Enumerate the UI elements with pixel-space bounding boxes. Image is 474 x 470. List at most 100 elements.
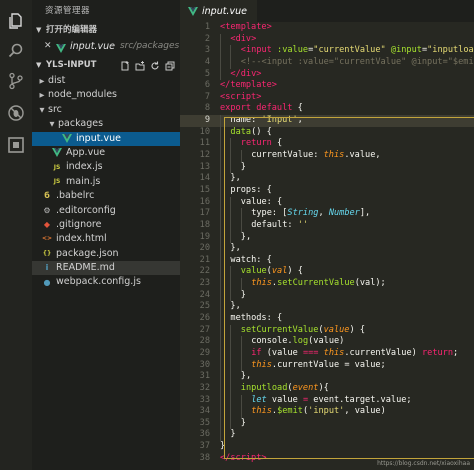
code-line[interactable]: 23 this.setCurrentValue(val); bbox=[180, 278, 474, 290]
project-header[interactable]: ▼ YLS-INPUT bbox=[32, 57, 180, 74]
tree-item[interactable]: input.vue bbox=[32, 131, 180, 146]
code-line[interactable]: 5 </div> bbox=[180, 68, 474, 81]
indent-guide bbox=[230, 196, 232, 209]
indent-guide bbox=[220, 231, 221, 244]
tree-item[interactable]: ● webpack.config.js bbox=[32, 275, 180, 289]
line-number: 24 bbox=[199, 289, 210, 300]
code-text: this.currentValue = value; bbox=[251, 360, 386, 372]
code-line[interactable]: 21 watch: { bbox=[180, 254, 474, 267]
indent-guide bbox=[220, 406, 221, 418]
code-token: > bbox=[266, 22, 272, 32]
code-line[interactable]: 29 if (value === this.currentValue) retur… bbox=[180, 347, 474, 360]
info-file-icon: i bbox=[45, 263, 49, 273]
code-line[interactable]: 26 methods: { bbox=[180, 313, 474, 325]
line-number: 10 bbox=[199, 126, 210, 137]
code-line[interactable]: 35} bbox=[180, 417, 474, 430]
code-line[interactable]: 9 name: 'Input', bbox=[180, 115, 474, 127]
tree-item[interactable]: ▶ dist bbox=[32, 74, 180, 88]
code-token: 'input' bbox=[308, 406, 345, 417]
files-icon[interactable] bbox=[7, 12, 25, 30]
code-line[interactable]: 31}, bbox=[180, 371, 474, 383]
tree-item[interactable]: <> index.html bbox=[32, 232, 180, 246]
code-line[interactable]: 16 value: { bbox=[180, 196, 474, 209]
code-line[interactable]: 10 data() { bbox=[180, 126, 474, 139]
code-line[interactable]: 6 </template> bbox=[180, 80, 474, 92]
code-line[interactable]: 37} bbox=[180, 441, 474, 453]
search-icon[interactable] bbox=[7, 42, 25, 60]
line-number: 16 bbox=[199, 196, 210, 207]
code-line[interactable]: 24} bbox=[180, 289, 474, 302]
code-line[interactable]: 33 let value = event.target.value; bbox=[180, 394, 474, 407]
source-control-icon[interactable] bbox=[7, 72, 25, 90]
tree-item[interactable]: ⚙ .editorconfig bbox=[32, 204, 180, 218]
code-token: this bbox=[323, 150, 345, 161]
code-line[interactable]: 19}, bbox=[180, 231, 474, 244]
code-line[interactable]: 34 this.$emit('input', value) bbox=[180, 406, 474, 418]
code-line[interactable]: 27 setCurrentValue(value) { bbox=[180, 324, 474, 337]
code-line[interactable]: 22 value(val) { bbox=[180, 266, 474, 279]
tree-item[interactable]: JS index.js bbox=[32, 160, 180, 174]
code-text: type: [String, Number], bbox=[251, 208, 370, 220]
tree-item[interactable]: ◆ .gitignore bbox=[32, 218, 180, 232]
tree-item[interactable]: ▼ packages bbox=[32, 117, 180, 131]
code-line[interactable]: 14}, bbox=[180, 173, 474, 185]
collapse-all-icon[interactable] bbox=[165, 61, 175, 71]
code-text: name: 'Input', bbox=[230, 115, 302, 127]
tree-item[interactable]: ▼ src bbox=[32, 103, 180, 117]
code-token: "inputload" bbox=[427, 45, 474, 56]
code-line[interactable]: 11 return { bbox=[180, 138, 474, 151]
code-text: methods: { bbox=[230, 313, 282, 325]
line-number: 20 bbox=[199, 243, 210, 254]
close-icon[interactable]: ✕ bbox=[44, 38, 56, 55]
code-token: ){ bbox=[318, 382, 329, 393]
tree-item-label: input.vue bbox=[76, 132, 121, 144]
code-line[interactable]: 17 type: [String, Number], bbox=[180, 208, 474, 220]
code-editor[interactable]: 1 <template> 2 <div> 3 <input :value="current… bbox=[180, 22, 474, 470]
code-token: ; bbox=[453, 347, 459, 358]
code-line[interactable]: 15 props: { bbox=[180, 184, 474, 197]
code-token: <!--<input :value="currentValue" @input=… bbox=[240, 56, 474, 67]
code-text: inputload(event){ bbox=[241, 383, 329, 395]
code-line[interactable]: 30 this.currentValue = value; bbox=[180, 359, 474, 372]
code-line[interactable]: 1 <template> bbox=[180, 22, 474, 34]
code-line[interactable]: 4 <!--<input :value="currentValue" @input… bbox=[180, 56, 474, 69]
tab-input-vue[interactable]: input.vue bbox=[180, 0, 257, 22]
code-line[interactable]: 18 default: '' bbox=[180, 219, 474, 232]
code-line[interactable]: 3 <input :value="currentValue" @input="in… bbox=[180, 45, 474, 57]
code-text: </div> bbox=[230, 69, 261, 81]
code-line[interactable]: 13} bbox=[180, 161, 474, 174]
line-number: 36 bbox=[199, 429, 210, 440]
extensions-icon[interactable] bbox=[7, 136, 25, 154]
code-line[interactable]: 2 <div> bbox=[180, 33, 474, 46]
indent-guide bbox=[220, 243, 221, 255]
code-line[interactable]: 8 export default { bbox=[180, 103, 474, 115]
open-editor-item[interactable]: ✕ input.vue src/packages bbox=[32, 38, 180, 55]
refresh-icon[interactable] bbox=[150, 61, 160, 71]
code-line[interactable]: 7 <script> bbox=[180, 92, 474, 104]
code-line[interactable]: 36} bbox=[180, 429, 474, 442]
debug-icon[interactable] bbox=[7, 104, 25, 122]
code-line[interactable]: 20}, bbox=[180, 243, 474, 255]
tree-item[interactable]: {} package.json bbox=[32, 247, 180, 261]
tree-item[interactable]: ▶ node_modules bbox=[32, 88, 180, 102]
line-number: 1 bbox=[204, 22, 210, 32]
tree-item[interactable]: App.vue bbox=[32, 146, 180, 160]
code-line[interactable]: 28 console.log(value) bbox=[180, 336, 474, 348]
indent-guide bbox=[220, 313, 221, 325]
line-number: 28 bbox=[199, 336, 210, 347]
code-token: this bbox=[251, 359, 272, 370]
code-token: </ bbox=[220, 80, 231, 91]
new-file-icon[interactable] bbox=[120, 60, 130, 71]
code-text: this.setCurrentValue(val); bbox=[251, 278, 386, 290]
open-editors-header[interactable]: ▼ 打开的编辑器 bbox=[32, 22, 180, 38]
tree-item[interactable]: б .babelrc bbox=[32, 189, 180, 203]
indent-guide bbox=[220, 254, 221, 267]
code-line[interactable]: 32 inputload(event){ bbox=[180, 382, 474, 395]
code-line[interactable]: 25}, bbox=[180, 301, 474, 314]
tree-item[interactable]: JS main.js bbox=[32, 175, 180, 189]
tree-item[interactable]: i README.md bbox=[32, 261, 180, 276]
code-token: event bbox=[292, 382, 319, 393]
code-text: <input :value="currentValue" @input="inp… bbox=[241, 45, 474, 57]
new-folder-icon[interactable] bbox=[135, 60, 145, 71]
code-line[interactable]: 12 currentValue: this.value, bbox=[180, 150, 474, 162]
